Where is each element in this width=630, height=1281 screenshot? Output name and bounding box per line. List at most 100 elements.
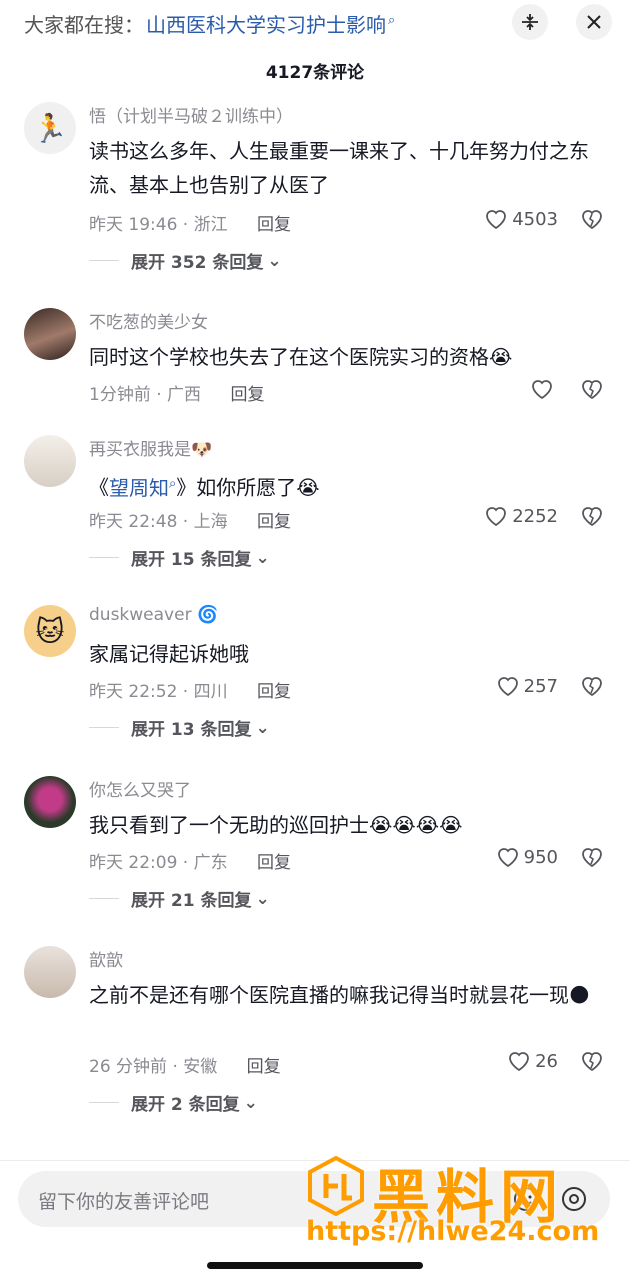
close-icon: [587, 15, 601, 29]
heart-icon: [486, 210, 507, 230]
like-button[interactable]: 26: [507, 1050, 558, 1072]
comment-username[interactable]: 歆歆: [89, 946, 123, 971]
search-icon: ⌕: [388, 13, 396, 29]
search-prefix: 大家都在搜：: [24, 13, 144, 37]
avatar[interactable]: [24, 946, 76, 998]
comment-location: 四川: [193, 682, 228, 702]
dislike-button[interactable]: [580, 208, 604, 234]
expand-replies-button[interactable]: 展开 2 条回复 ⌄: [89, 1090, 258, 1115]
comment-time: 1分钟前: [89, 385, 151, 405]
comment-text: 之前不是还有哪个医院直播的嘛我记得当时就昙花一现🌑: [89, 983, 590, 1007]
like-button[interactable]: [530, 378, 558, 400]
expand-replies-button[interactable]: 展开 15 条回复 ⌄: [89, 545, 270, 570]
heart-icon: [497, 677, 518, 697]
heart-icon: [509, 1052, 529, 1072]
dislike-button[interactable]: [580, 846, 604, 872]
minimize-button[interactable]: [512, 4, 548, 40]
top-bar: 大家都在搜： 山西医科大学实习护士影响 ⌕: [0, 0, 630, 46]
comment-text-suffix: 》如你所愿了😭: [176, 475, 320, 500]
comment-meta: 昨天 19:46 · 浙江 回复: [89, 215, 292, 235]
chevron-down-icon: ⌄: [255, 717, 270, 738]
like-count: 4503: [512, 208, 558, 230]
reply-button[interactable]: 回复: [257, 512, 291, 532]
chevron-down-icon: ⌄: [255, 547, 270, 568]
dislike-button[interactable]: [580, 378, 604, 404]
like-count: 26: [535, 1050, 558, 1072]
like-button[interactable]: 2252: [484, 505, 558, 527]
runner-avatar-icon: 🏃: [32, 111, 68, 145]
reply-button[interactable]: 回复: [247, 1057, 281, 1077]
comment-username[interactable]: duskweaver 🌀: [89, 605, 218, 625]
avatar[interactable]: [24, 776, 76, 828]
comment-text: 同时这个学校也失去了在这个医院实习的资格😭: [89, 345, 513, 369]
heart-icon: [532, 380, 552, 400]
comment-text: 我只看到了一个无助的巡回护士😭😭😭😭: [89, 813, 463, 837]
broken-heart-icon: [582, 507, 602, 527]
comment-time: 昨天 19:46: [89, 215, 178, 235]
comment-input-placeholder: 留下你的友善评论吧: [38, 1191, 210, 1213]
comment-meta: 昨天 22:52 · 四川 回复: [89, 682, 292, 702]
cat-avatar-icon: 🐱: [35, 614, 65, 648]
expand-replies-label: 展开 13 条回复: [131, 720, 252, 740]
like-count: 257: [523, 675, 558, 697]
broken-heart-icon: [582, 848, 602, 868]
avatar[interactable]: 🏃: [24, 102, 76, 154]
reply-button[interactable]: 回复: [257, 682, 291, 702]
dislike-button[interactable]: [580, 505, 604, 531]
search-term-text: 山西医科大学实习护士影响: [146, 13, 386, 37]
avatar[interactable]: 🐱: [24, 605, 76, 657]
comment-count-title: 4127条评论: [265, 63, 365, 83]
comment-location: 广西: [167, 385, 202, 405]
hashtag-link-text: 望周知: [109, 475, 169, 500]
divider: [89, 1102, 119, 1103]
divider: [89, 727, 119, 728]
comment-time: 26 分钟前: [89, 1057, 168, 1077]
like-button[interactable]: 257: [496, 675, 558, 697]
avatar[interactable]: [24, 435, 76, 487]
comment-time: 昨天 22:48: [89, 512, 178, 532]
expand-replies-button[interactable]: 展开 352 条回复 ⌄: [89, 248, 282, 273]
comment-username[interactable]: 悟（计划半马破２训练中）: [89, 102, 293, 127]
comment-text: 《望周知⌕》如你所愿了😭: [89, 467, 599, 505]
comment-text-prefix: 《: [89, 475, 109, 500]
comment-meta: 昨天 22:09 · 广东 回复: [89, 853, 292, 873]
like-button[interactable]: 4503: [484, 208, 558, 230]
comment-location: 上海: [193, 512, 228, 532]
comment-username[interactable]: 再买衣服我是🐶: [89, 435, 212, 460]
reply-button[interactable]: 回复: [257, 853, 291, 873]
comment-meta: 26 分钟前 · 安徽 回复: [89, 1057, 281, 1077]
search-suggestion-link[interactable]: 山西医科大学实习护士影响 ⌕: [146, 9, 395, 38]
comment-username[interactable]: 不吃葱的美少女: [89, 308, 208, 333]
comment-time: 昨天 22:52: [89, 682, 178, 702]
broken-heart-icon: [582, 677, 602, 697]
like-button[interactable]: 950: [496, 846, 558, 868]
chevron-down-icon: ⌄: [255, 888, 270, 909]
expand-replies-button[interactable]: 展开 21 条回复 ⌄: [89, 886, 270, 911]
comment-meta: 昨天 22:48 · 上海 回复: [89, 512, 292, 532]
divider: [89, 260, 119, 261]
reply-button[interactable]: 回复: [230, 385, 264, 405]
home-indicator: [207, 1262, 423, 1269]
divider: [89, 898, 119, 899]
comment-location: 浙江: [193, 215, 228, 235]
close-button[interactable]: [576, 4, 612, 40]
dislike-button[interactable]: [580, 675, 604, 701]
expand-replies-label: 展开 21 条回复: [131, 891, 252, 911]
broken-heart-icon: [582, 1052, 602, 1072]
collapse-icon: [522, 14, 538, 30]
avatar[interactable]: [24, 308, 76, 360]
reply-button[interactable]: 回复: [257, 215, 291, 235]
comment-meta: 1分钟前 · 广西 回复: [89, 385, 265, 405]
comment-text: 读书这么多年、人生最重要一课来了、十几年努力付之东流、基本上也告别了从医了: [89, 139, 589, 197]
like-count: 950: [523, 846, 558, 868]
expand-replies-label: 展开 2 条回复: [131, 1095, 240, 1115]
hashtag-link[interactable]: 望周知⌕: [109, 476, 176, 500]
comment-username[interactable]: 你怎么又哭了: [89, 776, 191, 801]
comment-time: 昨天 22:09: [89, 853, 178, 873]
broken-heart-icon: [582, 380, 602, 400]
heart-icon: [486, 507, 507, 527]
dislike-button[interactable]: [580, 1050, 604, 1076]
expand-replies-button[interactable]: 展开 13 条回复 ⌄: [89, 715, 270, 740]
chevron-down-icon: ⌄: [243, 1092, 258, 1113]
expand-replies-label: 展开 15 条回复: [131, 550, 252, 570]
